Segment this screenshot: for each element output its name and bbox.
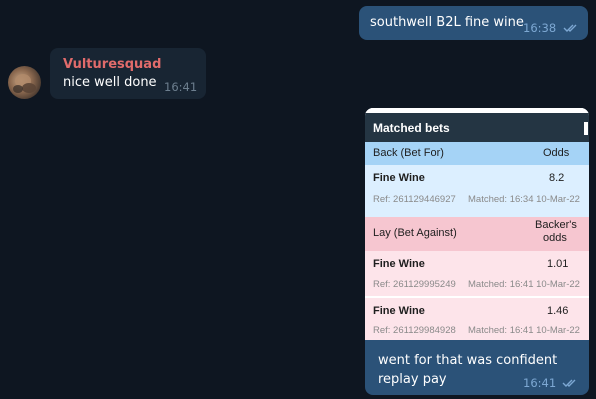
lay-bet-row: Fine Wine 1.01 Ref: 261129995249 Matched… — [365, 251, 589, 296]
outgoing-photo-message[interactable]: Matched bets Back (Bet For) Odds Fine Wi… — [365, 108, 589, 395]
bet-selection: Fine Wine — [373, 305, 425, 317]
bet-matched: Matched: 16:41 10-Mar-22 — [468, 279, 580, 290]
chat-area: southwell B2L fine wine 16:38 Vulturesqu… — [0, 0, 596, 399]
bet-odds: 8.2 — [549, 172, 565, 184]
back-header-label: Back (Bet For) — [373, 147, 444, 159]
message-text: southwell B2L fine wine — [370, 15, 524, 30]
lay-header-label: Lay (Bet Against) — [373, 227, 457, 239]
matched-bets-title: Matched bets — [373, 121, 450, 135]
bet-odds: 1.46 — [547, 305, 569, 317]
bet-selection: Fine Wine — [373, 258, 425, 270]
double-check-icon — [562, 379, 576, 387]
back-odds-header: Odds — [543, 147, 570, 159]
lay-bet-row: Fine Wine 1.46 Ref: 261129984928 Matched… — [365, 298, 589, 340]
bet-selection: Fine Wine — [373, 172, 425, 184]
avatar-image — [13, 74, 36, 93]
lay-header-row: Lay (Bet Against) Backer's odds — [365, 217, 589, 251]
message-text: nice well done — [63, 75, 157, 90]
bet-screenshot-image[interactable]: Matched bets Back (Bet For) Odds Fine Wi… — [365, 108, 589, 340]
avatar[interactable] — [8, 66, 41, 99]
bet-ref: Ref: 261129446927 — [373, 194, 456, 205]
bet-ref: Ref: 261129984928 — [373, 325, 456, 336]
bet-matched: Matched: 16:34 10-Mar-22 — [468, 194, 580, 205]
outgoing-message[interactable]: southwell B2L fine wine 16:38 — [359, 6, 588, 40]
bet-odds: 1.01 — [547, 258, 569, 270]
caption-line: went for that was confident — [378, 353, 558, 368]
message-time: 16:41 — [523, 376, 557, 390]
scrollbar-marker — [584, 122, 588, 135]
message-time: 16:41 — [164, 80, 198, 94]
back-bet-row: Fine Wine 8.2 Ref: 261129446927 Matched:… — [365, 165, 589, 217]
double-check-icon — [563, 24, 577, 32]
back-header-row: Back (Bet For) Odds — [365, 142, 589, 165]
message-time: 16:38 — [523, 21, 557, 35]
bet-matched: Matched: 16:41 10-Mar-22 — [468, 325, 580, 336]
sender-name[interactable]: Vulturesquad — [63, 57, 161, 72]
lay-odds-header-line1: Backer's — [535, 219, 577, 231]
lay-odds-header-line2: odds — [543, 232, 567, 244]
incoming-message[interactable]: Vulturesquad nice well done 16:41 — [50, 48, 206, 99]
bet-ref: Ref: 261129995249 — [373, 279, 456, 290]
matched-bets-header: Matched bets — [365, 113, 589, 142]
